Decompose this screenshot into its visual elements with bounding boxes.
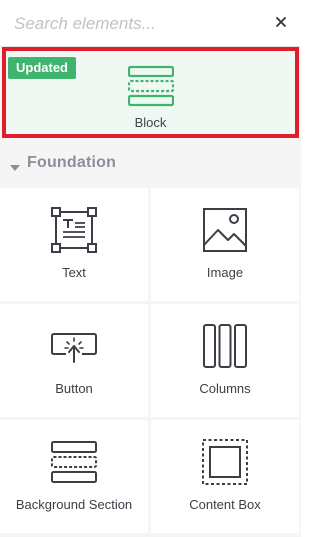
block-element-card[interactable]: Updated Block [2, 47, 299, 138]
section-title: Foundation [27, 154, 117, 171]
element-card-background-section[interactable]: Background Section [0, 420, 148, 533]
search-bar [0, 0, 301, 47]
element-label: Image [206, 265, 244, 280]
panel-right-edge [301, 0, 305, 537]
element-label: Button [55, 381, 93, 396]
search-input[interactable] [12, 8, 266, 40]
button-icon [50, 322, 98, 370]
text-icon [50, 206, 98, 254]
foundation-section-header[interactable]: Foundation [0, 145, 301, 181]
columns-icon [201, 322, 249, 370]
image-icon [201, 206, 249, 254]
content-box-icon [201, 438, 249, 486]
block-label: Block [134, 115, 167, 130]
grid-bottom-edge [0, 533, 301, 537]
element-card-content-box[interactable]: Content Box [151, 420, 299, 533]
caret-down-icon [10, 159, 20, 171]
updated-badge: Updated [8, 57, 76, 79]
element-card-image[interactable]: Image [151, 188, 299, 301]
element-label: Background Section [15, 497, 133, 512]
element-card-columns[interactable]: Columns [151, 304, 299, 417]
background-section-icon [50, 438, 98, 486]
close-icon[interactable] [272, 13, 290, 31]
block-icon [127, 65, 175, 107]
element-card-button[interactable]: Button [0, 304, 148, 417]
element-card-text[interactable]: Text [0, 188, 148, 301]
element-label: Columns [199, 381, 251, 396]
element-label: Text [62, 265, 86, 280]
element-label: Content Box [189, 497, 261, 512]
elements-panel: Updated Block Foundation [0, 0, 301, 537]
